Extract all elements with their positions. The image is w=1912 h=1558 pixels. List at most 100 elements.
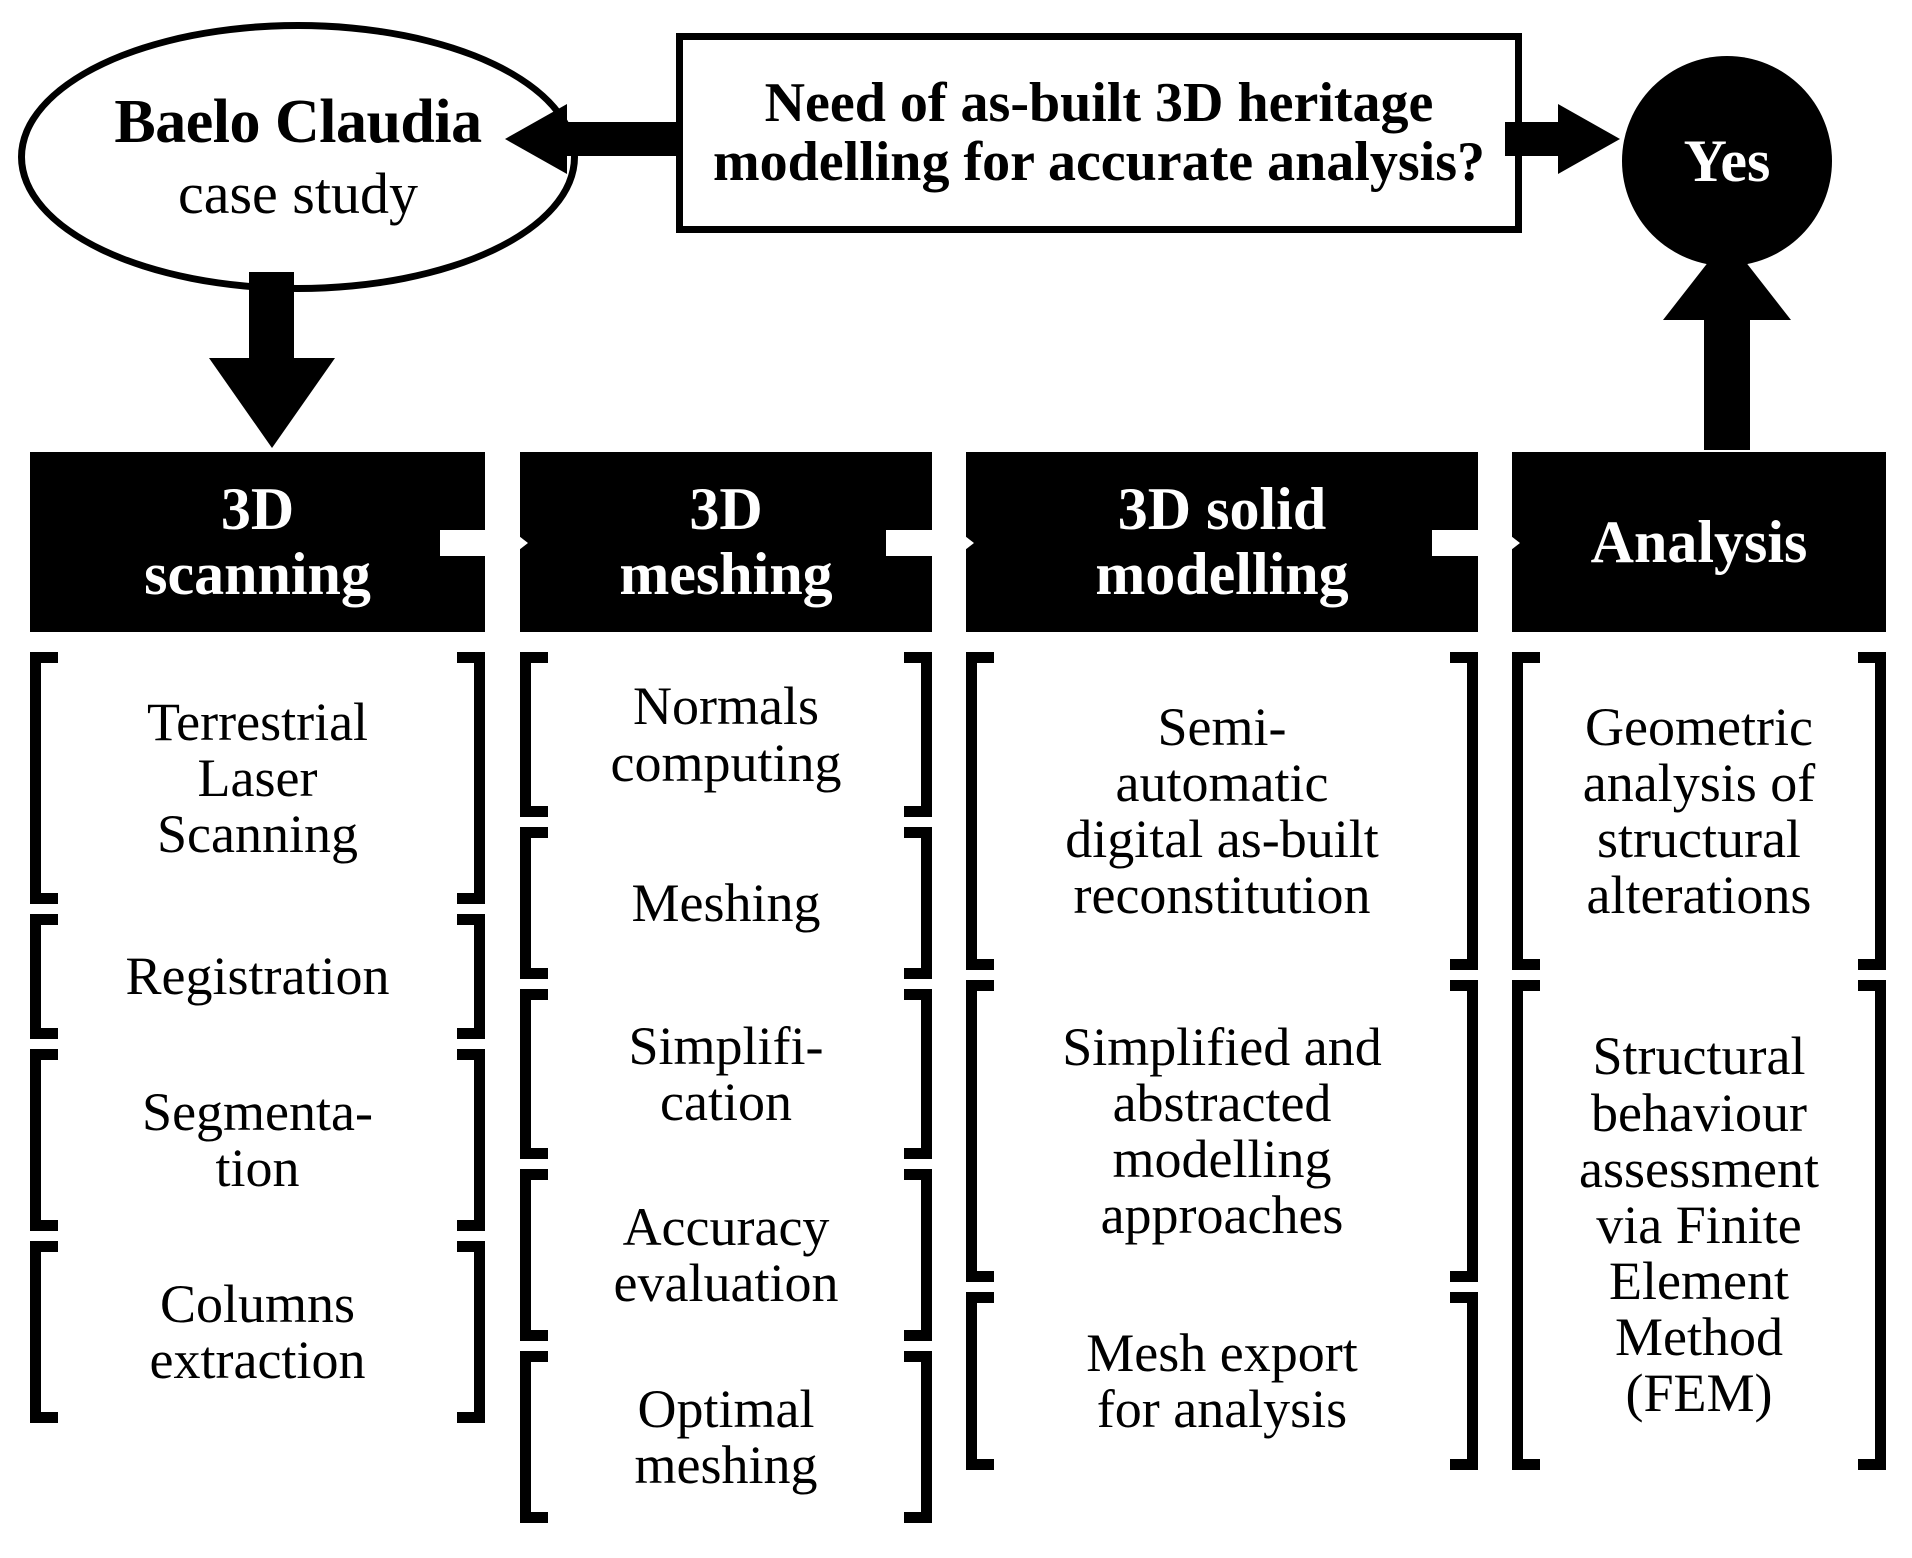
line: Terrestrial [146,691,369,752]
arrow-up-head-icon [1663,238,1791,320]
bracket-item-label: Accuracy evaluation [614,1199,839,1311]
stage-line-2: scanning [144,541,371,607]
line: Accuracy [622,1196,830,1257]
flowchart-diagram: Baelo Claudia case study Need of as-buil… [0,0,1912,1558]
bracket-item-label: Columns extraction [150,1276,366,1388]
bracket-item-label: Semi- automatic digital as-built reconst… [1065,699,1378,924]
bracket-item[interactable]: Simplifi- cation [520,989,932,1159]
bracket-column-analysis: Geometric analysis of structural alterat… [1512,652,1886,1480]
line: Optimal [637,1378,815,1439]
line: Element [1609,1251,1789,1312]
stage-box-analysis[interactable]: Analysis [1512,452,1886,632]
bracket-item[interactable]: Segmenta- tion [30,1049,485,1231]
line: Semi- [1157,696,1287,757]
line: modelling [1112,1129,1332,1189]
stage-label-3d-solid-modelling: 3D solid modelling [1085,477,1358,607]
bracket-item-label: Terrestrial Laser Scanning [146,691,369,865]
line: Structural [1592,1026,1806,1087]
bracket-item-label: Mesh export for analysis [1086,1325,1357,1437]
line: digital as-built [1065,809,1379,869]
stage-box-3d-meshing[interactable]: 3D meshing [520,452,932,632]
bracket-item[interactable]: Terrestrial Laser Scanning [30,652,485,904]
line: extraction [149,1330,366,1390]
line: assessment [1579,1138,1819,1199]
line: for analysis [1096,1379,1348,1439]
bracket-item-label: Registration [126,948,390,1004]
line: computing [610,732,842,793]
line: analysis of [1582,752,1816,813]
line: structural [1597,809,1801,869]
bracket-item-label: Simplifi- cation [628,1018,823,1130]
line: reconstitution [1073,865,1371,926]
case-study-subtitle: case study [178,161,418,227]
line: Mesh export [1086,1322,1358,1383]
bracket-item-label: Geometric analysis of structural alterat… [1583,699,1815,924]
bracket-item[interactable]: Registration [30,914,485,1039]
arrow-down-head-icon [209,358,335,448]
bracket-item-label: Structural behaviour assessment via Fini… [1579,1028,1819,1421]
stage-line-1: 3D [220,476,295,543]
bracket-item-label: Optimal meshing [635,1381,818,1493]
stage-label-3d-scanning: 3D scanning [134,477,381,607]
line: abstracted [1112,1072,1332,1133]
bracket-column-3d-scanning: Terrestrial Laser Scanning Registration … [30,652,485,1433]
bracket-item-label: Segmenta- tion [142,1084,373,1196]
stage-label-3d-meshing: 3D meshing [609,477,842,607]
line: Segmenta- [142,1081,373,1142]
bracket-item[interactable]: Meshing [520,827,932,979]
case-study-node: Baelo Claudia case study [18,22,578,292]
bracket-item[interactable]: Mesh export for analysis [966,1292,1478,1470]
bracket-item[interactable]: Normals computing [520,652,932,817]
line: Laser [197,747,318,808]
bracket-item[interactable]: Optimal meshing [520,1351,932,1523]
line: Simplified and [1062,1016,1382,1077]
bracket-item[interactable]: Accuracy evaluation [520,1169,932,1341]
line: Method [1615,1307,1783,1368]
bracket-item-label: Normals computing [611,678,842,790]
chevron-right-icon-3 [1432,512,1520,574]
chevron-right-icon-1 [440,512,528,574]
decision-box: Need of as-built 3D heritage modelling f… [676,33,1522,233]
arrow-left-icon [565,122,677,156]
line: Columns [159,1273,356,1334]
line: automatic [1115,752,1329,813]
line: Registration [125,946,390,1007]
stage-box-3d-solid-modelling[interactable]: 3D solid modelling [966,452,1478,632]
bracket-item[interactable]: Simplified and abstracted modelling appr… [966,980,1478,1282]
line: Normals [633,676,819,737]
line: evaluation [613,1253,839,1313]
answer-yes-label: Yes [1683,128,1771,194]
line: via Finite [1596,1194,1802,1255]
line: alterations [1586,865,1812,926]
bracket-item[interactable]: Structural behaviour assessment via Fini… [1512,980,1886,1470]
bracket-column-3d-solid-modelling: Semi- automatic digital as-built reconst… [966,652,1478,1480]
arrow-up-icon [1704,300,1750,450]
arrow-right-head-icon [1558,104,1620,174]
stage-box-3d-scanning[interactable]: 3D scanning [30,452,485,632]
answer-yes-node: Yes [1622,56,1832,266]
line: Simplifi- [628,1015,824,1076]
arrow-down-icon [249,272,294,370]
pipeline-stage-bar: 3D scanning 3D meshing 3D solid modellin… [30,452,1886,632]
stage-line-1: 3D solid [1117,476,1327,543]
bracket-item-label: Simplified and abstracted modelling appr… [1062,1019,1381,1244]
bracket-item[interactable]: Columns extraction [30,1241,485,1423]
bracket-item[interactable]: Semi- automatic digital as-built reconst… [966,652,1478,970]
decision-question: Need of as-built 3D heritage modelling f… [712,71,1486,193]
chevron-right-icon-2 [886,512,974,574]
stage-line-1: Analysis [1590,508,1808,575]
line: cation [660,1072,792,1132]
bracket-column-3d-meshing: Normals computing Meshing Simplifi- cati… [520,652,932,1533]
line: behaviour [1591,1082,1807,1143]
bracket-item-label: Meshing [632,875,821,931]
bracket-item[interactable]: Geometric analysis of structural alterat… [1512,652,1886,970]
line: approaches [1100,1185,1344,1246]
line: tion [215,1138,300,1198]
line: Scanning [157,804,358,865]
line: meshing [634,1435,818,1495]
stage-line-1: 3D [689,476,763,543]
arrow-left-head-icon [505,104,567,174]
case-study-title: Baelo Claudia [114,87,482,156]
line: Geometric [1585,696,1813,757]
line: (FEM) [1625,1363,1773,1424]
